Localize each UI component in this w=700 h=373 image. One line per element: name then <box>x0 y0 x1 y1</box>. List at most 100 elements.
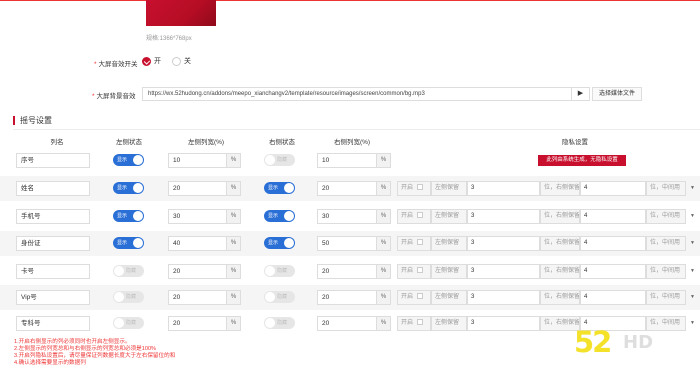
left-keep-input[interactable]: 3 <box>467 236 540 251</box>
left-keep-input[interactable]: 3 <box>467 181 540 196</box>
right-status-toggle[interactable]: 隐藏 <box>264 154 295 166</box>
right-keep-label: 位，右侧保留 <box>540 181 580 196</box>
privacy-enable[interactable]: 开启 <box>397 290 431 305</box>
table-row: 姓名 显示 20% 显示 20% 开启 左侧保留 3 位，右侧保留 4 位，中间用 ▼ <box>0 176 700 201</box>
right-status-toggle[interactable]: 隐藏 <box>264 291 295 303</box>
bg-music-url-input[interactable]: https://wx.52hudong.cn/addons/meepo_xian… <box>142 87 572 101</box>
left-keep-input[interactable]: 3 <box>467 264 540 279</box>
left-width-input[interactable]: 20 <box>168 264 227 279</box>
right-status-toggle[interactable]: 显示 <box>264 182 295 194</box>
column-name-input[interactable]: 身份证 <box>16 236 90 251</box>
left-width-unit: % <box>227 264 241 279</box>
fx-switch-radios: 开 关 <box>142 56 200 66</box>
left-status-toggle[interactable]: 显示 <box>113 237 144 249</box>
left-status-toggle[interactable]: 隐藏 <box>113 317 144 329</box>
play-button[interactable]: ▶ <box>572 87 590 101</box>
right-keep-label: 位，右侧保留 <box>540 264 580 279</box>
privacy-enable[interactable]: 开启 <box>397 181 431 196</box>
right-width-input[interactable]: 20 <box>317 316 377 331</box>
privacy-checkbox[interactable] <box>417 267 424 274</box>
left-status-toggle[interactable]: 显示 <box>113 210 144 222</box>
privacy-checkbox[interactable] <box>417 293 424 300</box>
privacy-enable-label: 开启 <box>401 320 414 326</box>
top-accent-line <box>0 0 700 1</box>
right-width-input[interactable]: 50 <box>317 236 377 251</box>
privacy-enable[interactable]: 开启 <box>397 316 431 331</box>
left-width-input[interactable]: 20 <box>168 290 227 305</box>
table-row: Vip号 隐藏 20% 隐藏 20% 开启 左侧保留 3 位，右侧保留 4 位，中间用 ▼ <box>0 285 700 310</box>
size-hint: 规格:1366*768px <box>146 36 192 42</box>
left-width-input[interactable]: 10 <box>168 153 227 168</box>
right-keep-input[interactable]: 4 <box>580 290 646 305</box>
left-width-input[interactable]: 40 <box>168 236 227 251</box>
left-keep-input[interactable]: 3 <box>467 209 540 224</box>
right-width-input[interactable]: 10 <box>317 153 377 168</box>
mid-dropdown-icon[interactable]: ▼ <box>690 264 695 279</box>
left-width-input[interactable]: 20 <box>168 181 227 196</box>
right-keep-input[interactable]: 4 <box>580 209 646 224</box>
mid-dropdown-icon[interactable]: ▼ <box>690 236 695 251</box>
privacy-enable[interactable]: 开启 <box>397 236 431 251</box>
column-name-input[interactable]: 卡号 <box>16 264 90 279</box>
fx-on-radio[interactable] <box>142 56 151 66</box>
privacy-checkbox[interactable] <box>417 239 424 246</box>
left-width-input[interactable]: 30 <box>168 209 227 224</box>
column-name-input[interactable]: 专科号 <box>16 316 90 331</box>
column-name-input[interactable]: 序号 <box>16 153 90 168</box>
left-status-toggle[interactable]: 显示 <box>113 154 144 166</box>
right-status-toggle[interactable]: 显示 <box>264 237 295 249</box>
left-keep-input[interactable]: 3 <box>467 316 540 331</box>
watermark-brand: HD <box>623 332 654 353</box>
right-width-input[interactable]: 20 <box>317 181 377 196</box>
left-keep-input[interactable]: 3 <box>467 290 540 305</box>
left-width-unit: % <box>227 153 241 168</box>
section-divider <box>13 129 700 130</box>
privacy-enable[interactable]: 开启 <box>397 264 431 279</box>
left-width-unit: % <box>227 290 241 305</box>
privacy-enable-label: 开启 <box>401 240 414 246</box>
th-column-name: 列名 <box>50 139 64 146</box>
privacy-checkbox[interactable] <box>417 319 424 326</box>
fx-off-label: 关 <box>183 58 191 65</box>
right-status-toggle[interactable]: 隐藏 <box>264 317 295 329</box>
right-width-unit: % <box>377 290 391 305</box>
left-width-input[interactable]: 20 <box>168 316 227 331</box>
left-keep-label: 左侧保留 <box>431 236 467 251</box>
mid-dropdown-icon[interactable]: ▼ <box>690 290 695 305</box>
right-width-unit: % <box>377 264 391 279</box>
column-name-input[interactable]: 姓名 <box>16 181 90 196</box>
column-name-input[interactable]: Vip号 <box>16 290 90 305</box>
right-keep-input[interactable]: 4 <box>580 236 646 251</box>
watermark-logo: 52 HD <box>574 325 694 365</box>
privacy-enable-label: 开启 <box>401 185 414 191</box>
right-width-unit: % <box>377 209 391 224</box>
left-status-toggle[interactable]: 隐藏 <box>113 291 144 303</box>
mid-label: 位，中间用 <box>646 181 686 196</box>
left-width-unit: % <box>227 181 241 196</box>
table-row: 手机号 显示 30% 显示 30% 开启 左侧保留 3 位，右侧保留 4 位，中间用 ▼ <box>0 204 700 229</box>
privacy-enable-label: 开启 <box>401 294 414 300</box>
privacy-checkbox[interactable] <box>417 212 424 219</box>
fx-switch-label: * 大屏音效开关 <box>94 61 138 68</box>
play-icon: ▶ <box>577 90 584 97</box>
right-keep-input[interactable]: 4 <box>580 264 646 279</box>
right-width-input[interactable]: 20 <box>317 264 377 279</box>
column-name-input[interactable]: 手机号 <box>16 209 90 224</box>
mid-label: 位，中间用 <box>646 209 686 224</box>
mid-dropdown-icon[interactable]: ▼ <box>690 209 695 224</box>
right-width-input[interactable]: 30 <box>317 209 377 224</box>
fx-off-radio[interactable] <box>171 56 181 66</box>
mid-label: 位，中间用 <box>646 236 686 251</box>
privacy-enable[interactable]: 开启 <box>397 209 431 224</box>
right-keep-input[interactable]: 4 <box>580 181 646 196</box>
choose-media-button[interactable]: 选择媒体文件 <box>592 87 642 101</box>
right-status-toggle[interactable]: 隐藏 <box>264 265 295 277</box>
left-status-toggle[interactable]: 显示 <box>113 182 144 194</box>
left-status-toggle[interactable]: 隐藏 <box>113 265 144 277</box>
privacy-checkbox[interactable] <box>417 184 424 191</box>
watermark-number: 52 <box>574 325 612 359</box>
table-row: 序号 显示 10% 隐藏 10% 此列由系统生成，无隐私设置 <box>0 148 700 173</box>
right-status-toggle[interactable]: 显示 <box>264 210 295 222</box>
mid-dropdown-icon[interactable]: ▼ <box>690 181 695 196</box>
right-width-input[interactable]: 20 <box>317 290 377 305</box>
